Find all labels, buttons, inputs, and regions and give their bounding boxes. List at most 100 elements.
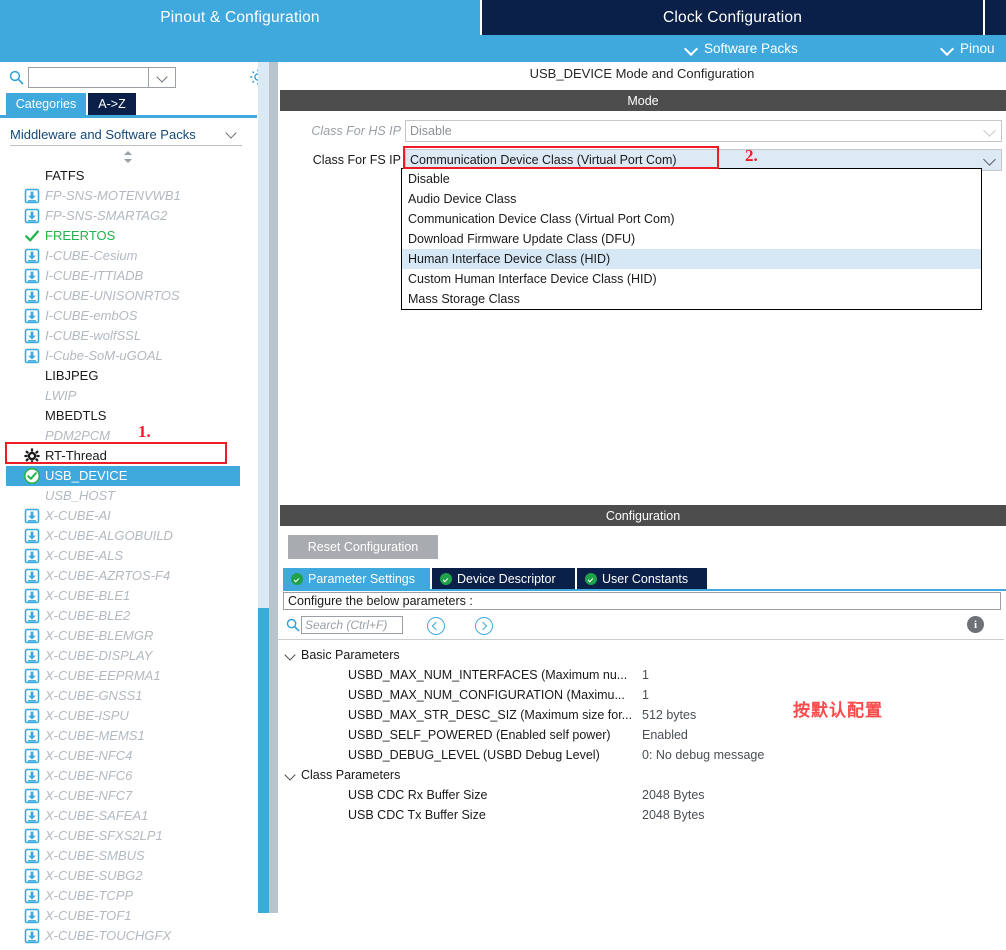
pinout-menu-label: Pinou (960, 41, 995, 56)
sidebar-item-freertos[interactable]: FREERTOS (0, 226, 253, 246)
dropdown-option[interactable]: Human Interface Device Class (HID) (402, 249, 981, 269)
sidebar-item-x-cube-algobuild[interactable]: X-CUBE-ALGOBUILD (0, 526, 253, 546)
sidebar-item-i-cube-embos[interactable]: I-CUBE-embOS (0, 306, 253, 326)
parameter-group-label: Basic Parameters (301, 648, 400, 662)
sidebar-search-input[interactable] (29, 68, 148, 87)
sidebar-item-x-cube-eeprma1[interactable]: X-CUBE-EEPRMA1 (0, 666, 253, 686)
config-tab-parameter-settings[interactable]: Parameter Settings (283, 568, 430, 589)
parameter-group-header[interactable]: Class Parameters (285, 765, 985, 785)
sidebar-item-pdm2pcm[interactable]: PDM2PCM (0, 426, 253, 446)
sidebar-item-libjpeg[interactable]: LIBJPEG (0, 366, 253, 386)
sidebar-item-x-cube-ispu[interactable]: X-CUBE-ISPU (0, 706, 253, 726)
stm32cubemx-window: Pinout & Configuration Clock Configurati… (0, 0, 1006, 944)
parameter-search-input-wrap[interactable] (301, 616, 403, 634)
sidebar-item-lwip[interactable]: LWIP (0, 386, 253, 406)
panel-title-label: USB_DEVICE Mode and Configuration (529, 66, 755, 81)
sidebar-item-i-cube-som-ugoal[interactable]: I-Cube-SoM-uGOAL (0, 346, 253, 366)
parameter-row[interactable]: USBD_SELF_POWERED (Enabled self power) En… (285, 725, 985, 745)
sidebar-item-fp-sns-smartag2[interactable]: FP-SNS-SMARTAG2 (0, 206, 253, 226)
sidebar-item-i-cube-unisonrtos[interactable]: I-CUBE-UNISONRTOS (0, 286, 253, 306)
info-icon[interactable]: i (967, 616, 984, 633)
sidebar-item-x-cube-touchgfx[interactable]: X-CUBE-TOUCHGFX (0, 926, 253, 946)
chevron-left-circle-icon[interactable] (427, 617, 445, 635)
sidebar-item-x-cube-ble2[interactable]: X-CUBE-BLE2 (0, 606, 253, 626)
dropdown-option[interactable]: Download Firmware Update Class (DFU) (402, 229, 981, 249)
scroll-updown-icon[interactable] (120, 150, 136, 164)
pinout-menu[interactable]: Pinou (940, 35, 995, 62)
sidebar-item-label: RT-Thread (45, 448, 107, 463)
middleware-list: FATFS FP-SNS-MOTENVWB1 FP-SNS-SMARTAG2 FREE… (0, 166, 253, 946)
parameter-table-divider (278, 639, 1004, 640)
sidebar-item-x-cube-azrtos-f4[interactable]: X-CUBE-AZRTOS-F4 (0, 566, 253, 586)
sidebar-item-x-cube-tcpp[interactable]: X-CUBE-TCPP (0, 886, 253, 906)
sidebar-item-label: I-CUBE-Cesium (45, 248, 138, 263)
sidebar-search-row (0, 62, 266, 94)
tab-a-to-z[interactable]: A->Z (88, 93, 136, 115)
dropdown-option[interactable]: Mass Storage Class (402, 289, 981, 309)
sidebar-item-x-cube-gnss1[interactable]: X-CUBE-GNSS1 (0, 686, 253, 706)
sidebar-item-usb-device[interactable]: USB_DEVICE (0, 466, 253, 486)
dropdown-option[interactable]: Disable (402, 169, 981, 189)
parameter-value: 512 bytes (642, 708, 697, 722)
sidebar-item-rt-thread[interactable]: RT-Thread (0, 446, 253, 466)
sidebar-item-i-cube-cesium[interactable]: I-CUBE-Cesium (0, 246, 253, 266)
check-circle-icon (585, 572, 597, 585)
configure-instruction-label: Configure the below parameters : (288, 594, 473, 608)
sidebar-item-label: FP-SNS-MOTENVWB1 (45, 188, 181, 203)
parameter-search-icon (286, 618, 301, 633)
sidebar-item-x-cube-subg2[interactable]: X-CUBE-SUBG2 (0, 866, 253, 886)
sidebar-item-x-cube-smbus[interactable]: X-CUBE-SMBUS (0, 846, 253, 866)
tab-pinout-configuration[interactable]: Pinout & Configuration (0, 0, 480, 35)
sidebar-item-fp-sns-motenvwb1[interactable]: FP-SNS-MOTENVWB1 (0, 186, 253, 206)
sidebar-item-label: X-CUBE-ALGOBUILD (45, 528, 173, 543)
sidebar-item-x-cube-nfc6[interactable]: X-CUBE-NFC6 (0, 766, 253, 786)
class-for-fs-ip-dropdown-list[interactable]: Disable Audio Device Class Communication D… (401, 168, 982, 310)
sidebar-item-usb-host[interactable]: USB_HOST (0, 486, 253, 506)
sidebar-item-label: X-CUBE-NFC4 (45, 748, 133, 763)
config-tab-user-constants[interactable]: User Constants (577, 568, 707, 589)
sidebar-item-i-cube-wolfssl[interactable]: I-CUBE-wolfSSL (0, 326, 253, 346)
sidebar-item-x-cube-als[interactable]: X-CUBE-ALS (0, 546, 253, 566)
tab-next-partial[interactable] (985, 0, 1006, 35)
tab-clock-configuration[interactable]: Clock Configuration (482, 0, 983, 35)
class-for-hs-ip-value: Disable (410, 124, 452, 138)
tab-categories[interactable]: Categories (6, 93, 86, 115)
sidebar-item-x-cube-mems1[interactable]: X-CUBE-MEMS1 (0, 726, 253, 746)
dropdown-option[interactable]: Audio Device Class (402, 189, 981, 209)
sidebar-item-x-cube-sfxs2lp1[interactable]: X-CUBE-SFXS2LP1 (0, 826, 253, 846)
sidebar-item-x-cube-ble1[interactable]: X-CUBE-BLE1 (0, 586, 253, 606)
middleware-group-header[interactable]: Middleware and Software Packs (10, 122, 242, 146)
dropdown-option[interactable]: Custom Human Interface Device Class (HID… (402, 269, 981, 289)
sidebar-item-label: X-CUBE-EEPRMA1 (45, 668, 161, 683)
sidebar-item-x-cube-ai[interactable]: X-CUBE-AI (0, 506, 253, 526)
sidebar-item-x-cube-tof1[interactable]: X-CUBE-TOF1 (0, 906, 253, 926)
parameter-group-header[interactable]: Basic Parameters (285, 645, 985, 665)
sidebar-item-x-cube-safea1[interactable]: X-CUBE-SAFEA1 (0, 806, 253, 826)
sidebar-item-x-cube-blemgr[interactable]: X-CUBE-BLEMGR (0, 626, 253, 646)
reset-configuration-button[interactable]: Reset Configuration (288, 535, 438, 559)
parameter-search-input[interactable] (302, 617, 402, 633)
class-for-hs-ip-select[interactable]: Disable (405, 120, 1002, 142)
sidebar-item-x-cube-nfc7[interactable]: X-CUBE-NFC7 (0, 786, 253, 806)
parameter-name: USBD_DEBUG_LEVEL (USBD Debug Level) (348, 748, 600, 762)
sidebar-search-dropdown[interactable] (149, 67, 176, 88)
sidebar-item-label: X-CUBE-SAFEA1 (45, 808, 149, 823)
sidebar-item-x-cube-nfc4[interactable]: X-CUBE-NFC4 (0, 746, 253, 766)
sidebar-search-input-wrap[interactable] (28, 67, 149, 88)
parameter-row[interactable]: USBD_DEBUG_LEVEL (USBD Debug Level) 0: No… (285, 745, 985, 765)
sidebar-item-x-cube-display[interactable]: X-CUBE-DISPLAY (0, 646, 253, 666)
config-tab-device-descriptor[interactable]: Device Descriptor (432, 568, 575, 589)
sidebar-item-fatfs[interactable]: FATFS (0, 166, 253, 186)
sidebar-scrollbar-thumb[interactable] (258, 608, 269, 913)
dropdown-option[interactable]: Communication Device Class (Virtual Port… (402, 209, 981, 229)
chevron-right-circle-icon[interactable] (475, 617, 493, 635)
parameter-row[interactable]: USB CDC Rx Buffer Size 2048 Bytes (285, 785, 985, 805)
main-tab-bar: Pinout & Configuration Clock Configurati… (0, 0, 1006, 35)
sidebar-item-mbedtls[interactable]: MBEDTLS (0, 406, 253, 426)
tab-pinout-configuration-label: Pinout & Configuration (160, 8, 320, 26)
parameter-row[interactable]: USB CDC Tx Buffer Size 2048 Bytes (285, 805, 985, 825)
sidebar-item-i-cube-ittiadb[interactable]: I-CUBE-ITTIADB (0, 266, 253, 286)
sidebar-item-label: LWIP (45, 388, 77, 403)
parameter-row[interactable]: USBD_MAX_NUM_INTERFACES (Maximum nu... 1 (285, 665, 985, 685)
software-packs-menu[interactable]: Software Packs (684, 35, 798, 62)
